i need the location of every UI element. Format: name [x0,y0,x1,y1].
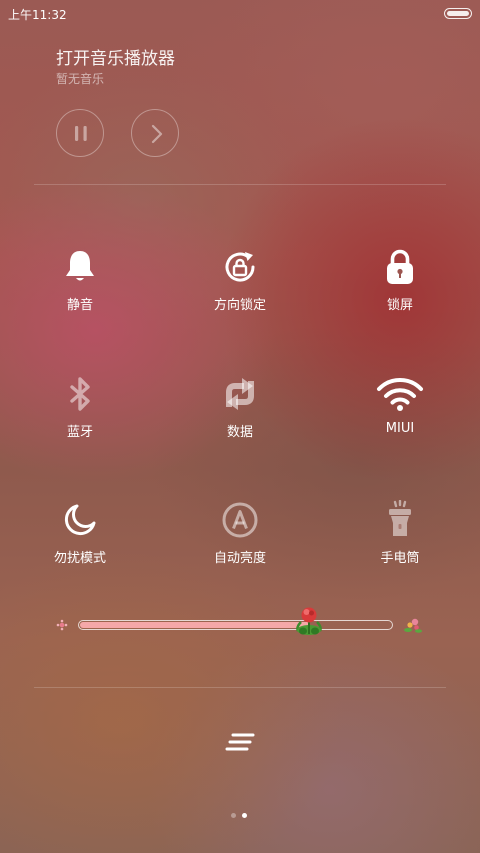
toggle-do-not-disturb-label: 勿扰模式 [53,551,106,566]
toggle-wifi-label: MIUI [385,421,415,436]
pause-button[interactable] [56,109,104,157]
toggle-auto-brightness-label: 自动亮度 [213,551,266,566]
toggle-edit-menu-icon[interactable] [224,730,256,754]
bluetooth-icon [70,377,90,411]
music-player-title[interactable]: 打开音乐播放器 [56,44,175,69]
toggle-flashlight-label: 手电筒 [380,551,420,566]
toggle-bluetooth[interactable]: 蓝牙 [20,374,140,454]
flashlight-icon [389,500,411,536]
page-dot-2 [242,813,247,818]
toggle-lock-screen[interactable]: 锁屏 [340,247,460,327]
data-arrows-icon [226,378,254,410]
status-time: 上午11:32 [8,8,67,22]
divider-top [34,184,446,185]
toggle-rotation-lock-label: 方向锁定 [213,298,266,313]
toggle-flashlight[interactable]: 手电筒 [340,500,460,580]
brightness-slider-fill [80,622,310,628]
toggle-rotation-lock[interactable]: 方向锁定 [180,247,300,327]
moon-icon [64,504,96,536]
brightness-high-icon [404,618,422,633]
toggle-mobile-data[interactable]: 数据 [180,374,300,454]
toggle-do-not-disturb[interactable]: 勿扰模式 [20,500,140,580]
toggle-auto-brightness[interactable]: 自动亮度 [180,500,300,580]
next-button[interactable] [131,109,179,157]
rotation-lock-icon [225,252,255,282]
next-icon [151,124,163,144]
page-indicator [231,813,251,819]
pause-icon [75,126,87,141]
toggle-wifi[interactable]: MIUI [340,374,460,454]
bell-icon [66,251,94,281]
brightness-slider-thumb[interactable] [293,604,325,640]
brightness-low-icon [56,619,68,631]
divider-bottom [34,687,446,688]
page-dot-1 [231,813,236,818]
status-bar: 上午11:32 [0,0,480,26]
battery-icon [444,8,472,19]
toggle-mute-label: 静音 [66,298,93,313]
music-player-subtitle: 暂无音乐 [56,72,105,86]
brightness-slider[interactable] [78,620,393,630]
auto-brightness-icon [222,502,258,538]
toggle-mobile-data-label: 数据 [226,425,253,440]
toggle-mute[interactable]: 静音 [20,247,140,327]
toggle-bluetooth-label: 蓝牙 [66,425,93,440]
toggle-lock-screen-label: 锁屏 [386,298,413,313]
lock-icon [387,249,413,284]
wifi-icon [377,378,423,411]
